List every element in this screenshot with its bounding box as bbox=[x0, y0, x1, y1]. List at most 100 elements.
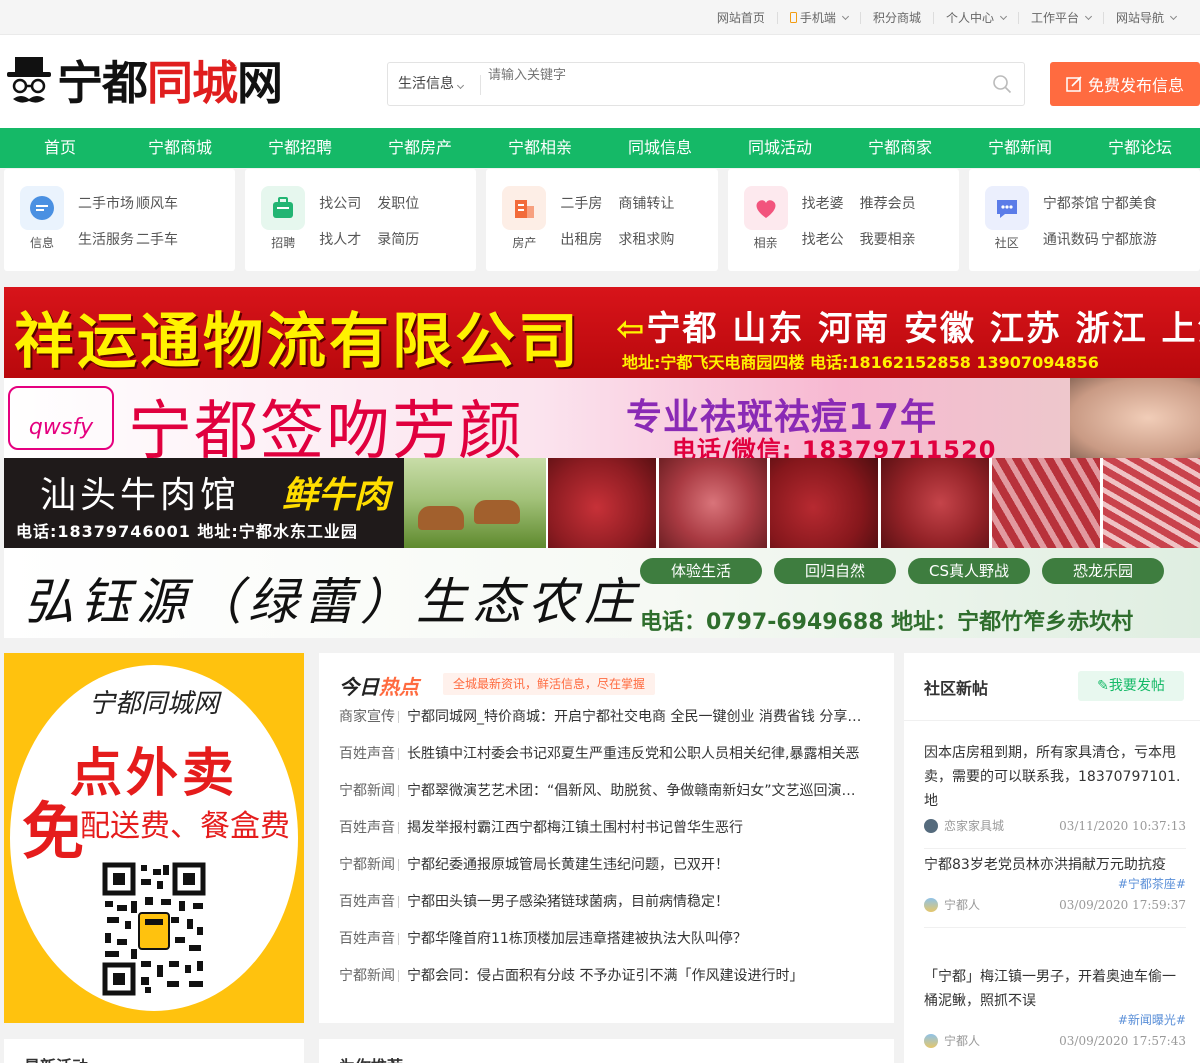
site-logo[interactable]: 宁都同城网 bbox=[5, 55, 283, 111]
ad-routes: ⇦宁都 山东 河南 安徽 江苏 浙江 上海⇨ bbox=[616, 309, 1200, 349]
post-meta: 宁都人 03/09/2020 17:57:43 bbox=[924, 1032, 1186, 1049]
category-link[interactable]: 找人才 bbox=[319, 229, 377, 249]
category-card-realestate: 房产 二手房 商铺转让 出租房 求租求购 bbox=[486, 169, 718, 271]
nav-item-jobs[interactable]: 宁都招聘 bbox=[240, 128, 360, 168]
category-link[interactable]: 录简历 bbox=[377, 229, 435, 249]
farm-feature-pills: 体验生活 回归自然 CS真人野战 恐龙乐园 bbox=[640, 558, 1164, 584]
header: 宁都同城网 生活信息 免费发布信息 bbox=[0, 35, 1200, 128]
community-post[interactable]: 因本店房租到期，所有家具清仓，亏本甩卖，需要的可以联系我，18370797101… bbox=[924, 741, 1186, 849]
promo-takeout[interactable]: 宁都同城网 点外卖 免 配送费、餐盒费 bbox=[4, 653, 304, 1023]
category-link[interactable]: 找公司 bbox=[319, 193, 377, 213]
category-link[interactable]: 二手车 bbox=[136, 229, 194, 249]
meat-photo bbox=[548, 458, 656, 548]
post-meta: 宁都人 03/09/2020 17:59:37 bbox=[924, 896, 1186, 913]
briefcase-icon[interactable] bbox=[261, 186, 306, 230]
post-topic[interactable]: #新闻曝光# bbox=[924, 1011, 1186, 1028]
ad-banner-beef[interactable]: 汕头牛肉馆 鲜牛肉 电话:18379746001 地址:宁都水东工业园 bbox=[4, 458, 1200, 548]
building-icon[interactable] bbox=[502, 186, 547, 230]
logo-text: 宁都同城网 bbox=[57, 56, 283, 110]
category-link[interactable]: 生活服务 bbox=[78, 229, 136, 249]
list-item[interactable]: 商家宣传 宁都同城网_特价商城：开启宁都社交电商 全民一键创业 消费省钱 分享… bbox=[339, 705, 879, 742]
top-bar: 网站首页 手机端 积分商城 个人中心 工作平台 网站导航 bbox=[0, 0, 1200, 35]
search-divider bbox=[480, 75, 481, 95]
mobile-phone-icon bbox=[789, 12, 797, 23]
top-link-mobile[interactable]: 手机端 bbox=[776, 11, 860, 24]
nav-item-news[interactable]: 宁都新闻 bbox=[960, 128, 1080, 168]
category-card-jobs: 招聘 找公司 发职位 找人才 录简历 bbox=[245, 169, 477, 271]
category-link[interactable]: 推荐会员 bbox=[860, 193, 918, 213]
edit-icon bbox=[1066, 76, 1082, 92]
nav-item-events[interactable]: 同城活动 bbox=[720, 128, 840, 168]
category-link[interactable]: 宁都旅游 bbox=[1101, 229, 1159, 249]
list-item[interactable]: 宁都新闻 宁都会同：侵占面积有分歧 不予办证引不满「作风建设进行时」 bbox=[339, 964, 879, 1001]
message-icon[interactable] bbox=[984, 186, 1029, 230]
hot-news-list: 商家宣传 宁都同城网_特价商城：开启宁都社交电商 全民一键创业 消费省钱 分享… … bbox=[339, 705, 879, 1001]
community-post[interactable]: 宁都83岁老党员林亦洪捐献万元助抗疫 #宁都茶座# 宁都人 03/09/2020 … bbox=[924, 853, 1186, 928]
hot-news-panel: 今日热点 全城最新资讯，鲜活信息，尽在掌握 商家宣传 宁都同城网_特价商城：开启宁… bbox=[319, 653, 894, 1023]
category-cards: 信息 二手市场 顺风车 生活服务 二手车 招聘 找公司 发职位 找人才 录简历 … bbox=[4, 169, 1200, 271]
search-category-select[interactable]: 生活信息 bbox=[398, 63, 465, 105]
nav-item-realestate[interactable]: 宁都房产 bbox=[360, 128, 480, 168]
category-card-info: 信息 二手市场 顺风车 生活服务 二手车 bbox=[4, 169, 236, 271]
category-link[interactable]: 发职位 bbox=[377, 193, 435, 213]
top-link-site-nav[interactable]: 网站导航 bbox=[1102, 11, 1188, 24]
list-item[interactable]: 百姓声音 长胜镇中江村委会书记邓夏生严重违反党和公职人员相关纪律,暴露相关恶 bbox=[339, 742, 879, 779]
search-input[interactable] bbox=[488, 63, 968, 87]
nav-item-home[interactable]: 首页 bbox=[0, 128, 120, 168]
nav-item-merchants[interactable]: 宁都商家 bbox=[840, 128, 960, 168]
nav-item-info[interactable]: 同城信息 bbox=[600, 128, 720, 168]
top-link-home[interactable]: 网站首页 bbox=[705, 12, 777, 24]
nav-item-mall[interactable]: 宁都商城 bbox=[120, 128, 240, 168]
meat-photo bbox=[1103, 458, 1200, 548]
category-link[interactable]: 通讯数码 bbox=[1043, 229, 1101, 249]
community-header: 社区新帖 ✎我要发帖 bbox=[904, 653, 1200, 721]
category-link[interactable]: 二手市场 bbox=[78, 193, 136, 213]
nav-item-forum[interactable]: 宁都论坛 bbox=[1080, 128, 1200, 168]
list-item[interactable]: 宁都新闻 宁都纪委通报原城管局长黄建生违纪问题，已双开！ bbox=[339, 853, 879, 890]
publish-button[interactable]: 免费发布信息 bbox=[1050, 62, 1200, 106]
category-link[interactable]: 商铺转让 bbox=[618, 193, 676, 213]
meat-photo bbox=[659, 458, 767, 548]
beauty-logo: qwsfy bbox=[8, 386, 114, 450]
category-link[interactable]: 我要相亲 bbox=[860, 229, 918, 249]
community-panel: 社区新帖 ✎我要发帖 因本店房租到期，所有家具清仓，亏本甩卖，需要的可以联系我，… bbox=[904, 653, 1200, 1063]
ad-banner-beauty[interactable]: qwsfy 宁都签吻芳颜 专业祛斑祛痘17年 电话/微信: 1837971152… bbox=[4, 378, 1200, 458]
category-links: 二手市场 顺风车 生活服务 二手车 bbox=[78, 193, 194, 249]
new-post-button[interactable]: ✎我要发帖 bbox=[1078, 671, 1184, 701]
community-post[interactable]: 「宁都」梅江镇一男子，开着奥迪车偷一桶泥鳅，照抓不误 #新闻曝光# 宁都人 03/… bbox=[924, 965, 1186, 1049]
hot-news-title: 今日热点 bbox=[339, 675, 419, 699]
list-item[interactable]: 百姓声音 宁都田头镇一男子感染猪链球菌病，目前病情稳定！ bbox=[339, 890, 879, 927]
meat-photo bbox=[992, 458, 1100, 548]
chevron-down-icon bbox=[999, 12, 1008, 20]
category-link[interactable]: 宁都茶馆 bbox=[1043, 193, 1101, 213]
category-link[interactable]: 找老公 bbox=[802, 229, 860, 249]
category-link[interactable]: 出租房 bbox=[560, 229, 618, 249]
category-link[interactable]: 二手房 bbox=[560, 193, 618, 213]
top-link-points-mall[interactable]: 积分商城 bbox=[859, 11, 933, 24]
chevron-down-icon bbox=[841, 12, 849, 20]
chevron-down-icon bbox=[1084, 12, 1093, 20]
top-link-workbench[interactable]: 工作平台 bbox=[1017, 11, 1103, 24]
top-link-user-center[interactable]: 个人中心 bbox=[932, 11, 1018, 24]
post-meta: 恋家家具城 03/11/2020 10:37:13 bbox=[924, 817, 1186, 834]
category-card-community: 社区 宁都茶馆 宁都美食 通讯数码 宁都旅游 bbox=[968, 169, 1200, 271]
category-link[interactable]: 宁都美食 bbox=[1101, 193, 1159, 213]
edit-icon: ✎ bbox=[1097, 678, 1109, 694]
gentleman-hat-icon bbox=[7, 57, 51, 103]
chevron-down-icon bbox=[456, 81, 465, 90]
list-item[interactable]: 百姓声音 宁都华隆首府11栋顶楼加层违章搭建被执法大队叫停？ bbox=[339, 927, 879, 964]
avatar bbox=[924, 1033, 938, 1048]
heart-icon[interactable] bbox=[743, 186, 788, 230]
ad-banner-logistics[interactable]: 祥运通物流有限公司 ⇦宁都 山东 河南 安徽 江苏 浙江 上海⇨ 地址:宁都飞天… bbox=[4, 287, 1200, 378]
category-link[interactable]: 找老婆 bbox=[802, 193, 860, 213]
chat-bubble-icon[interactable] bbox=[20, 186, 64, 230]
list-item[interactable]: 百姓声音 揭发举报村霸江西宁都梅江镇土围村村书记曾华生恶行 bbox=[339, 816, 879, 853]
recommend-card: 为你推荐 bbox=[319, 1039, 894, 1063]
category-link[interactable]: 求租求购 bbox=[618, 229, 676, 249]
search-icon[interactable] bbox=[992, 74, 1012, 94]
nav-item-dating[interactable]: 宁都相亲 bbox=[480, 128, 600, 168]
list-item[interactable]: 宁都新闻 宁都翠微演艺艺术团：“倡新风、助脱贫、争做赣南新妇女”文艺巡回演… bbox=[339, 779, 879, 816]
ad-banner-eco-farm[interactable]: 弘钰源（绿蕾）生态农庄 体验生活 回归自然 CS真人野战 恐龙乐园 电话：079… bbox=[4, 548, 1200, 638]
category-link[interactable]: 顺风车 bbox=[136, 193, 194, 213]
post-topic[interactable]: #宁都茶座# bbox=[924, 875, 1186, 892]
